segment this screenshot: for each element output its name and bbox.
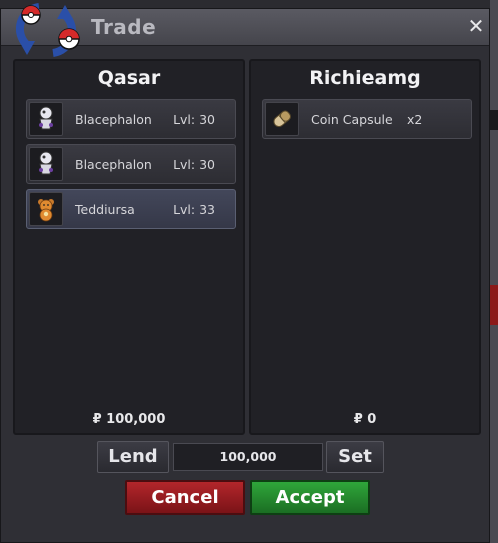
cancel-button[interactable]: Cancel [125,480,245,515]
trade-logo-icon [15,3,80,57]
blacephalon-icon [29,147,63,181]
background-detail [490,110,498,130]
trade-item[interactable]: Blacephalon Lvl: 30 [26,99,236,139]
window-title: Trade [91,15,157,39]
item-level: Lvl: 30 [173,157,215,172]
trade-item[interactable]: Coin Capsule x2 [262,99,472,139]
trade-item[interactable]: Blacephalon Lvl: 30 [26,144,236,184]
item-level: Lvl: 33 [173,202,215,217]
item-name: Teddiursa [75,202,135,217]
left-trader-money: ₽ 100,000 [92,412,166,427]
left-trader-name: Qasar [97,67,161,89]
item-name: Coin Capsule [311,112,393,127]
trade-window: Trade ✕ Qasar Blacephalon Lvl: 30 Blacep… [0,3,490,543]
item-quantity: x2 [407,112,423,127]
coin-capsule-icon [265,102,299,136]
right-trade-panel: Richieamg Coin Capsule x2 ₽ 0 [249,59,481,435]
right-trader-money: ₽ 0 [353,412,377,427]
item-level: Lvl: 30 [173,112,215,127]
set-button[interactable]: Set [326,441,384,473]
money-amount-input[interactable]: 100,000 [173,443,323,471]
item-name: Blacephalon [75,112,152,127]
background-strip [490,0,498,543]
item-name: Blacephalon [75,157,152,172]
left-trade-panel: Qasar Blacephalon Lvl: 30 Blacephalon Lv… [13,59,245,435]
blacephalon-icon [29,102,63,136]
trade-item[interactable]: Teddiursa Lvl: 33 [26,189,236,229]
teddiursa-icon [29,192,63,226]
close-button[interactable]: ✕ [465,15,487,37]
accept-button[interactable]: Accept [250,480,370,515]
background-detail [490,285,498,325]
lend-button[interactable]: Lend [97,441,169,473]
right-trader-name: Richieamg [309,67,421,89]
